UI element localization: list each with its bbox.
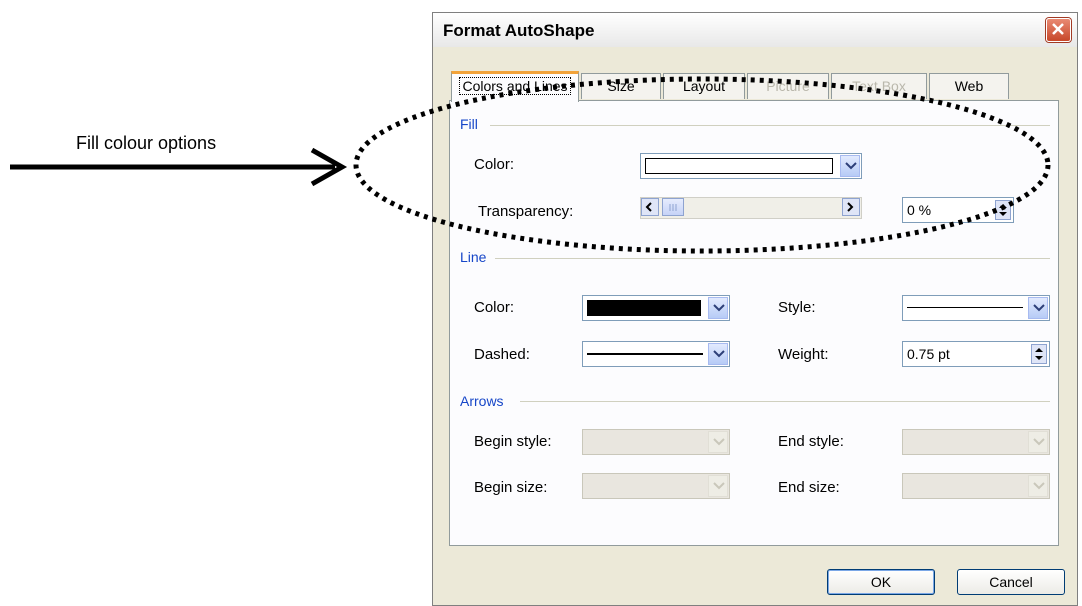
slider-right-arrow[interactable] xyxy=(842,198,860,216)
chevron-down-icon xyxy=(1033,482,1045,490)
chevron-down-icon xyxy=(1033,438,1045,446)
line-color-swatch xyxy=(587,300,701,316)
fill-color-swatch xyxy=(645,158,833,174)
format-autoshape-dialog: Format AutoShape Colors and Lines Size L… xyxy=(432,12,1078,606)
line-color-dropdown[interactable] xyxy=(582,295,730,321)
end-style-label: End style: xyxy=(778,433,844,450)
dashed-dropdown-button[interactable] xyxy=(708,343,728,365)
title-bar: Format AutoShape xyxy=(433,13,1077,47)
transparency-spinner[interactable]: 0 % xyxy=(902,197,1014,223)
line-style-label: Style: xyxy=(778,299,816,316)
tab-picture[interactable]: Picture xyxy=(747,73,829,99)
dash-preview xyxy=(587,353,703,355)
begin-style-dropdown[interactable] xyxy=(582,429,730,455)
transparency-label: Transparency: xyxy=(478,203,574,220)
tab-colors-and-lines[interactable]: Colors and Lines xyxy=(451,71,579,102)
spin-buttons[interactable] xyxy=(995,200,1011,220)
fill-color-dropdown-button[interactable] xyxy=(840,155,860,177)
chevron-down-icon xyxy=(713,350,725,358)
annotation-label: Fill colour options xyxy=(76,133,217,153)
arrow-left-icon xyxy=(645,202,652,212)
fill-color-dropdown[interactable] xyxy=(640,153,862,179)
spin-up-down-icon xyxy=(1035,348,1043,360)
arrow-right-icon xyxy=(847,202,854,212)
transparency-slider[interactable] xyxy=(640,197,862,219)
weight-spinner[interactable]: 0.75 pt xyxy=(902,341,1050,367)
chevron-down-icon xyxy=(713,438,725,446)
tab-web[interactable]: Web xyxy=(929,73,1009,99)
begin-style-dropdown-button[interactable] xyxy=(708,431,728,453)
begin-size-dropdown-button[interactable] xyxy=(708,475,728,497)
chevron-down-icon xyxy=(713,304,725,312)
slider-thumb[interactable] xyxy=(662,198,684,216)
slider-left-arrow[interactable] xyxy=(641,198,659,216)
end-size-label: End size: xyxy=(778,479,840,496)
dashed-dropdown[interactable] xyxy=(582,341,730,367)
grip-icon xyxy=(669,204,677,211)
end-style-dropdown[interactable] xyxy=(902,429,1050,455)
arrows-section-title: Arrows xyxy=(460,393,504,409)
line-section-title: Line xyxy=(460,249,487,265)
close-button[interactable] xyxy=(1046,18,1071,42)
tab-layout[interactable]: Layout xyxy=(663,73,745,99)
end-size-dropdown-button[interactable] xyxy=(1028,475,1048,497)
chevron-down-icon xyxy=(713,482,725,490)
line-style-preview xyxy=(907,307,1023,308)
end-style-dropdown-button[interactable] xyxy=(1028,431,1048,453)
begin-size-label: Begin size: xyxy=(474,479,548,496)
weight-spin-buttons[interactable] xyxy=(1031,344,1047,364)
tab-text-box[interactable]: Text Box xyxy=(831,73,927,99)
fill-section-title: Fill xyxy=(460,116,478,132)
tab-size[interactable]: Size xyxy=(581,73,661,99)
weight-value[interactable]: 0.75 pt xyxy=(907,346,950,362)
arrows-divider xyxy=(520,401,1050,402)
line-style-dropdown[interactable] xyxy=(902,295,1050,321)
weight-label: Weight: xyxy=(778,346,829,363)
fill-color-label: Color: xyxy=(474,156,515,173)
dialog-title: Format AutoShape xyxy=(443,21,595,40)
spin-up-down-icon xyxy=(999,204,1007,216)
begin-style-label: Begin style: xyxy=(474,433,552,450)
tab-panel: Fill Color: Transparency: 0 % Line Color… xyxy=(449,100,1059,546)
begin-size-dropdown[interactable] xyxy=(582,473,730,499)
dashed-label: Dashed: xyxy=(474,346,530,363)
line-divider xyxy=(495,258,1050,259)
line-style-dropdown-button[interactable] xyxy=(1028,297,1048,319)
fill-divider xyxy=(490,125,1050,126)
line-color-dropdown-button[interactable] xyxy=(708,297,728,319)
transparency-value[interactable]: 0 % xyxy=(907,202,931,218)
chevron-down-icon xyxy=(1033,304,1045,312)
chevron-down-icon xyxy=(845,162,857,170)
ok-button[interactable]: OK xyxy=(827,569,935,595)
end-size-dropdown[interactable] xyxy=(902,473,1050,499)
cancel-button[interactable]: Cancel xyxy=(957,569,1065,595)
line-color-label: Color: xyxy=(474,299,515,316)
close-icon xyxy=(1052,23,1064,35)
